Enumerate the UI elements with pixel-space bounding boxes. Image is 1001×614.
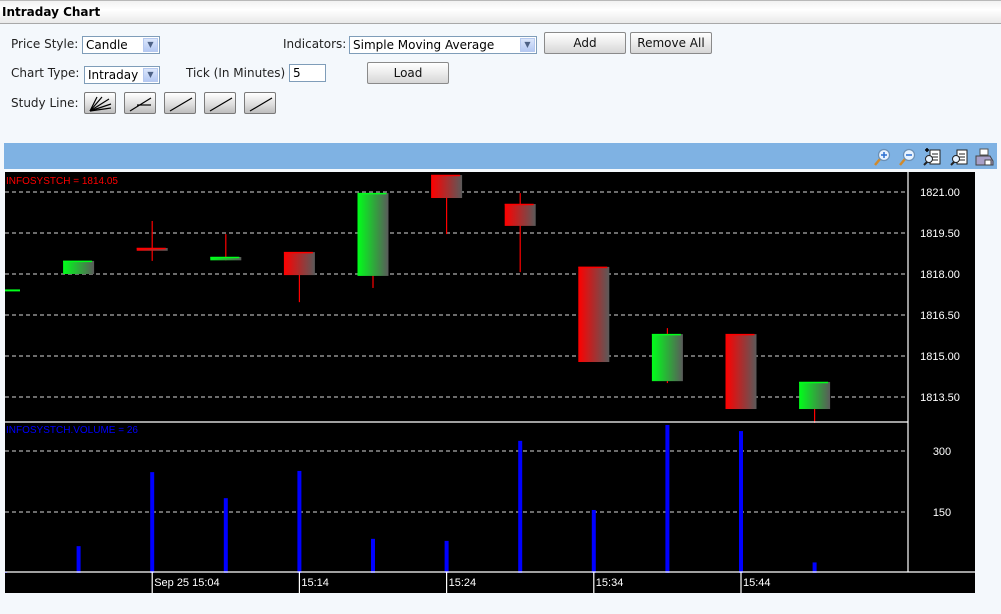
trend-line-3-button[interactable] — [244, 92, 276, 114]
x-tick-label: 15:34 — [596, 577, 624, 589]
x-tick-label: Sep 25 15:04 — [154, 577, 219, 589]
tick-label: Tick (In Minutes) — [186, 66, 286, 80]
chevron-down-icon[interactable]: ▼ — [143, 68, 158, 82]
candle-body — [651, 334, 683, 382]
candlestick-chart: 1821.00 1819.50 1818.00 1816.50 1815.00 1813.… — [5, 172, 975, 593]
volume-bar — [150, 472, 155, 573]
candle-body — [357, 193, 389, 276]
title-bar: Intraday Chart — [0, 0, 1001, 24]
price-style-label: Price Style: — [11, 37, 79, 51]
x-tick-label: 15:24 — [449, 577, 477, 589]
price-tick-label: 1815.00 — [920, 351, 960, 363]
print-icon[interactable] — [974, 147, 994, 167]
volume-tick-label: 300 — [933, 446, 951, 458]
chevron-down-icon[interactable]: ▼ — [143, 38, 158, 52]
study-line-label: Study Line: — [11, 96, 79, 110]
candle-body — [504, 204, 536, 226]
volume-bar — [739, 431, 743, 573]
fan-lines-button[interactable] — [84, 92, 116, 114]
load-button[interactable]: Load — [367, 62, 449, 84]
chart-area: 1821.00 1819.50 1818.00 1816.50 1815.00 1813.… — [5, 172, 975, 593]
volume-bar — [518, 440, 523, 573]
candle-body — [63, 260, 95, 274]
tick-minutes-input[interactable] — [289, 64, 326, 82]
price-tick-label: 1816.50 — [920, 310, 960, 322]
chart-type-label: Chart Type: — [11, 66, 80, 80]
find-document-icon[interactable] — [949, 147, 969, 167]
volume-bar — [371, 538, 375, 573]
volume-series-label: INFOSYSTCH.VOLUME = 26 — [6, 425, 138, 436]
indicators-label: Indicators: — [283, 37, 347, 51]
trend-line-button[interactable] — [164, 92, 196, 114]
page-title: Intraday Chart — [2, 5, 101, 19]
price-tick-label: 1819.50 — [920, 228, 960, 240]
candle-body — [578, 266, 610, 363]
trend-line-2-button[interactable] — [204, 92, 236, 114]
candle-body — [5, 289, 20, 292]
chart-type-select[interactable]: Intraday ▼ — [84, 66, 160, 84]
fan-lines-icon — [89, 96, 112, 112]
remove-all-button[interactable]: Remove All — [630, 32, 712, 54]
indicators-select[interactable]: Simple Moving Average ▼ — [349, 36, 537, 54]
add-indicator-button[interactable]: Add — [544, 32, 626, 54]
candle-body — [283, 252, 315, 276]
trend-line-icon — [169, 97, 193, 112]
volume-bar — [223, 498, 228, 573]
trend-line-icon — [209, 97, 233, 112]
indicators-value: Simple Moving Average — [353, 38, 495, 52]
chevron-down-icon[interactable]: ▼ — [520, 38, 535, 52]
zoom-in-icon[interactable] — [872, 147, 892, 167]
zoom-out-icon[interactable] — [897, 147, 917, 167]
candle-body — [799, 381, 831, 410]
angle-line-icon — [129, 97, 152, 112]
volume-bar — [444, 540, 449, 573]
zoom-document-icon[interactable] — [922, 147, 942, 167]
volume-bar — [76, 546, 81, 573]
price-series-label: INFOSYSTCH = 1814.05 — [6, 176, 118, 187]
x-tick-label: 15:44 — [743, 577, 771, 589]
price-tick-label: 1821.00 — [920, 187, 960, 199]
price-style-select[interactable]: Candle ▼ — [82, 36, 160, 54]
price-style-value: Candle — [86, 38, 128, 52]
candle-body — [431, 175, 463, 199]
chart-type-value: Intraday — [88, 68, 139, 82]
price-tick-label: 1818.00 — [920, 269, 960, 281]
angle-line-button[interactable] — [124, 92, 156, 114]
volume-bar — [665, 424, 670, 573]
x-tick-label: 15:14 — [301, 577, 329, 589]
price-tick-label: 1813.50 — [920, 392, 960, 404]
trend-line-icon — [249, 97, 273, 112]
volume-bar — [297, 470, 302, 573]
volume-tick-label: 150 — [933, 507, 951, 519]
volume-bar — [591, 509, 596, 573]
chart-toolbar — [4, 143, 997, 169]
candle-body — [725, 334, 757, 410]
